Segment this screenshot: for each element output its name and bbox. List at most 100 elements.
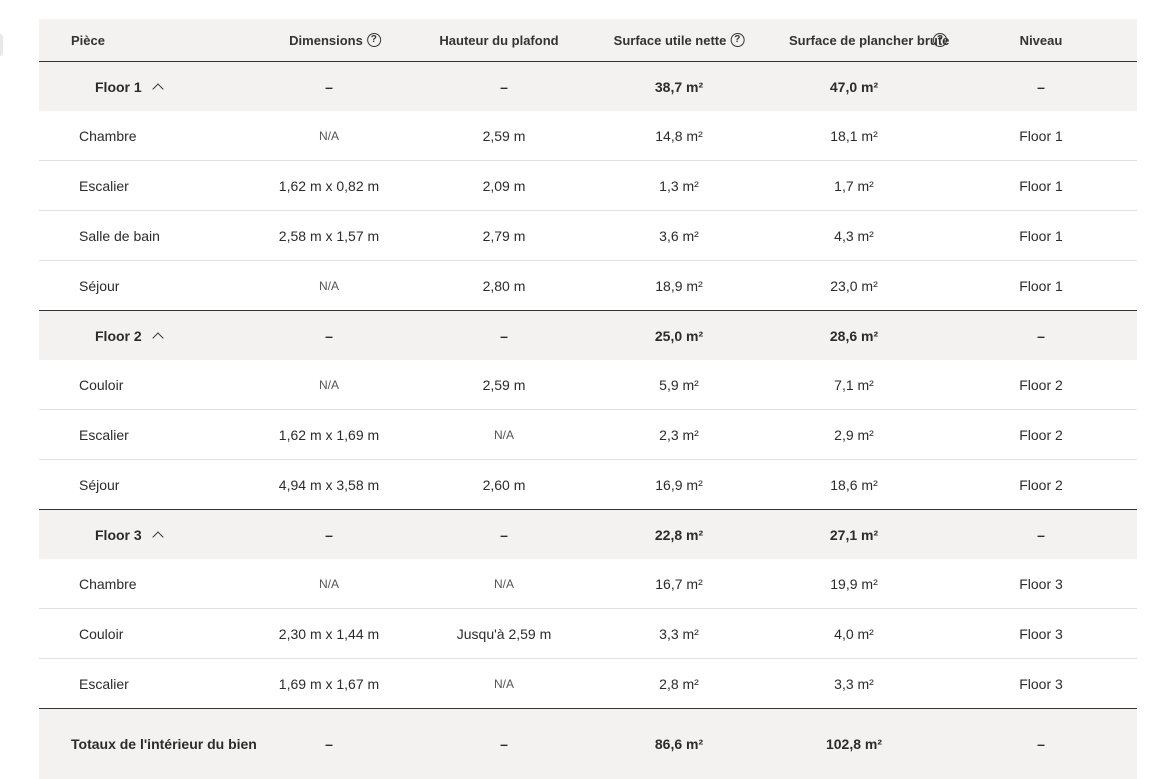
- floor-group-toggle[interactable]: Floor 1: [39, 79, 269, 95]
- cell-dimensions: N/A: [318, 377, 340, 392]
- table-row: Salle de bain 2,58 m x 1,57 m 2,79 m 3,6 m²…: [39, 211, 1137, 261]
- cell-brute: 23,0 m²: [830, 277, 878, 294]
- table-row: Escalier 1,69 m x 1,67 m N/A 2,8 m² 3,3 m² Fl…: [39, 659, 1137, 709]
- cell-dimensions: 2,30 m x 1,44 m: [278, 625, 380, 642]
- floor-group-row[interactable]: Floor 3 – – 22,8 m² 27,1 m² –: [39, 510, 1137, 559]
- cell-niveau: Floor 2: [1019, 376, 1063, 393]
- cell-brute: 28,6 m²: [829, 327, 879, 344]
- cell-nette: 25,0 m²: [654, 327, 704, 344]
- cell-niveau: Floor 1: [1019, 277, 1063, 294]
- cell-dimensions: 1,62 m x 0,82 m: [278, 177, 380, 194]
- chevron-up-icon[interactable]: [152, 82, 164, 95]
- cell-hauteur: –: [500, 526, 508, 543]
- cell-nette: 38,7 m²: [654, 78, 704, 95]
- cell-niveau: Floor 1: [1019, 177, 1063, 194]
- table-row: Séjour 4,94 m x 3,58 m 2,60 m 16,9 m² 18,6 m…: [39, 460, 1137, 510]
- cell-hauteur: 2,80 m: [482, 277, 526, 294]
- cell-niveau: Floor 1: [1019, 127, 1063, 144]
- cell-dimensions: N/A: [318, 128, 340, 143]
- cell-nette: 18,9 m²: [655, 277, 703, 294]
- cell-brute: 7,1 m²: [834, 376, 874, 393]
- table-row: Séjour N/A 2,80 m 18,9 m² 23,0 m² Floor 1: [39, 261, 1137, 311]
- cell-nette: 3,3 m²: [659, 625, 699, 642]
- chevron-up-icon[interactable]: [152, 530, 164, 543]
- cell-hauteur: –: [500, 736, 508, 752]
- table-row: Couloir 2,30 m x 1,44 m Jusqu'à 2,59 m 3,3 …: [39, 609, 1137, 659]
- cell-hauteur: 2,09 m: [482, 177, 526, 194]
- cell-hauteur: Jusqu'à 2,59 m: [456, 625, 552, 642]
- cell-brute: 4,0 m²: [834, 625, 874, 642]
- cell-hauteur: N/A: [493, 576, 515, 591]
- rooms-table: Pièce Dimensions ? Hauteur du plafond Su…: [39, 19, 1137, 779]
- cell-hauteur: N/A: [493, 676, 515, 691]
- floor-group-row[interactable]: Floor 1 – – 38,7 m² 47,0 m² –: [39, 62, 1137, 111]
- cell-hauteur: N/A: [493, 427, 515, 442]
- table-row: Chambre N/A N/A 16,7 m² 19,9 m² Floor 3: [39, 559, 1137, 609]
- cell-brute: 47,0 m²: [829, 78, 879, 95]
- floor-name: Floor 3: [95, 526, 142, 543]
- floor-group-toggle[interactable]: Floor 2: [39, 328, 269, 344]
- help-icon[interactable]: ?: [366, 33, 381, 47]
- floor-name: Floor 1: [95, 78, 142, 95]
- cell-niveau: –: [1037, 78, 1045, 95]
- floor-name: Floor 2: [95, 327, 142, 344]
- cell-nette: 1,3 m²: [659, 177, 699, 194]
- cell-dimensions: 4,94 m x 3,58 m: [278, 476, 380, 493]
- cell-niveau: Floor 2: [1019, 426, 1063, 443]
- table-row: Escalier 1,62 m x 0,82 m 2,09 m 1,3 m² 1,7 m…: [39, 161, 1137, 211]
- cell-dimensions: N/A: [318, 278, 340, 293]
- totals-label: Totaux de l'intérieur du bien: [71, 736, 257, 752]
- room-name: Couloir: [79, 376, 124, 393]
- room-name: Séjour: [79, 476, 120, 493]
- cell-niveau: –: [1037, 526, 1045, 543]
- room-name: Séjour: [79, 277, 120, 294]
- cell-niveau: Floor 3: [1019, 625, 1063, 642]
- cell-hauteur: 2,59 m: [482, 127, 526, 144]
- chevron-up-icon[interactable]: [152, 331, 164, 344]
- help-icon[interactable]: ?: [933, 33, 947, 47]
- cell-dimensions: –: [325, 526, 333, 543]
- header-piece: Pièce: [71, 32, 105, 48]
- room-name: Escalier: [79, 177, 129, 194]
- cell-brute: 27,1 m²: [829, 526, 879, 543]
- header-dimensions: Dimensions ?: [289, 33, 381, 48]
- cell-nette: 22,8 m²: [654, 526, 704, 543]
- header-brute-label: Surface de plancher brute: [789, 32, 950, 48]
- header-hauteur: Hauteur du plafond: [439, 32, 559, 48]
- cell-nette: 86,6 m²: [654, 736, 704, 752]
- header-nette: Surface utile nette ?: [614, 33, 745, 48]
- cell-dimensions: 1,62 m x 1,69 m: [278, 426, 380, 443]
- cell-dimensions: N/A: [318, 576, 340, 591]
- cell-brute: 102,8 m²: [825, 736, 883, 752]
- table-row: Escalier 1,62 m x 1,69 m N/A 2,3 m² 2,9 m² Fl…: [39, 410, 1137, 460]
- cell-dimensions: –: [325, 78, 333, 95]
- cell-hauteur: 2,60 m: [482, 476, 526, 493]
- cell-brute: 2,9 m²: [834, 426, 874, 443]
- floor-group-row[interactable]: Floor 2 – – 25,0 m² 28,6 m² –: [39, 311, 1137, 360]
- cell-dimensions: –: [325, 736, 333, 752]
- cell-nette: 16,9 m²: [655, 476, 703, 493]
- cell-nette: 5,9 m²: [659, 376, 699, 393]
- cell-dimensions: 2,58 m x 1,57 m: [278, 227, 380, 244]
- cell-hauteur: 2,59 m: [482, 376, 526, 393]
- table-row: Chambre N/A 2,59 m 14,8 m² 18,1 m² Floor 1: [39, 111, 1137, 161]
- cell-hauteur: –: [500, 78, 508, 95]
- cell-nette: 16,7 m²: [655, 575, 703, 592]
- room-name: Chambre: [79, 575, 137, 592]
- cell-nette: 2,3 m²: [659, 426, 699, 443]
- cell-brute: 3,3 m²: [834, 675, 874, 692]
- cell-nette: 14,8 m²: [655, 127, 703, 144]
- cell-brute: 1,7 m²: [834, 177, 874, 194]
- header-nette-label: Surface utile nette: [613, 32, 727, 48]
- cell-nette: 3,6 m²: [659, 227, 699, 244]
- table-header: Pièce Dimensions ? Hauteur du plafond Su…: [39, 19, 1137, 62]
- table-body: Floor 1 – – 38,7 m² 47,0 m² – Chambre N/A 2,59 m…: [39, 62, 1137, 779]
- floor-group-toggle[interactable]: Floor 3: [39, 527, 269, 543]
- help-icon[interactable]: ?: [730, 33, 745, 47]
- cell-brute: 4,3 m²: [834, 227, 874, 244]
- room-name: Chambre: [79, 127, 137, 144]
- cell-niveau: Floor 3: [1019, 675, 1063, 692]
- cell-brute: 18,6 m²: [830, 476, 878, 493]
- room-name: Escalier: [79, 426, 129, 443]
- cell-dimensions: –: [325, 327, 333, 344]
